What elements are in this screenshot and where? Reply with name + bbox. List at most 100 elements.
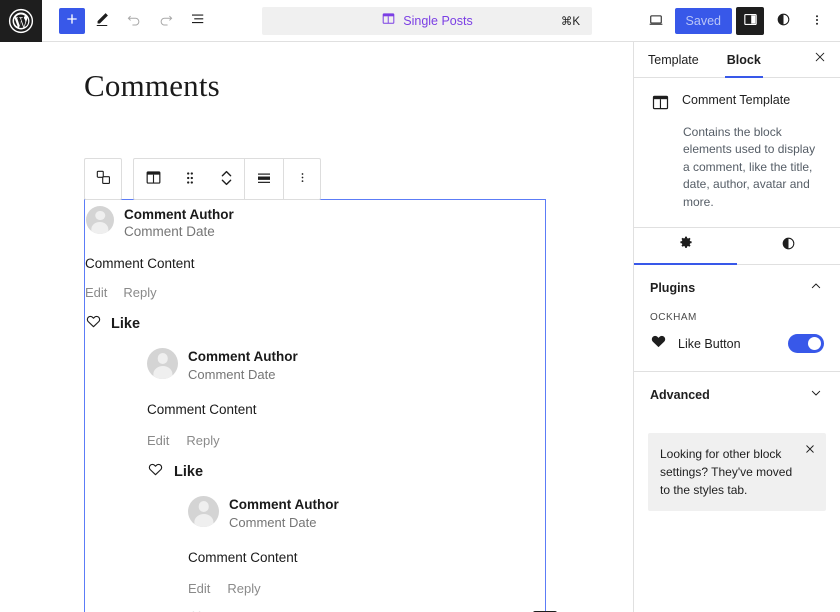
like-button-block[interactable]: Like: [147, 461, 537, 483]
list-view-icon: [189, 10, 207, 31]
close-sidebar-button[interactable]: [808, 48, 832, 72]
undo-arrow-icon: [125, 10, 143, 31]
close-x-icon: [813, 50, 827, 69]
styles-moved-notice: Looking for other block settings? They'v…: [648, 433, 826, 511]
dismiss-notice-button[interactable]: [802, 443, 818, 459]
like-label: Like: [111, 316, 140, 332]
heart-filled-icon: [650, 333, 667, 355]
undo-button[interactable]: [119, 6, 149, 36]
block-options-button[interactable]: [284, 159, 320, 199]
close-x-icon: [804, 442, 816, 460]
document-bar[interactable]: Single Posts ⌘K: [262, 7, 592, 35]
document-bar-shortcut: ⌘K: [561, 14, 580, 28]
settings-tab[interactable]: [634, 228, 737, 264]
chevron-up-down-icon: [219, 167, 234, 192]
top-bar-right-tools: Saved: [641, 0, 832, 42]
tab-block[interactable]: Block: [713, 42, 775, 77]
advanced-section-title: Advanced: [650, 388, 710, 402]
heart-outline-icon: [147, 461, 164, 483]
template-layout-icon: [381, 11, 396, 31]
redo-button[interactable]: [151, 6, 181, 36]
comment-template-icon: [650, 92, 671, 118]
sidebar-panel-icon: [742, 11, 759, 31]
block-type-button[interactable]: [134, 159, 172, 199]
comment-author: Comment Author: [229, 496, 339, 514]
document-title: Single Posts: [403, 14, 472, 28]
align-button[interactable]: [245, 159, 283, 199]
plugin-item-like-button[interactable]: Like Button: [634, 333, 840, 371]
comment-reply-link[interactable]: Reply: [123, 285, 156, 300]
wordpress-logo-icon: [8, 8, 34, 34]
comment-date: Comment Date: [188, 366, 298, 384]
gear-icon: [678, 235, 694, 256]
advanced-section-header[interactable]: Advanced: [634, 372, 840, 419]
vertical-dots-icon: [295, 170, 310, 188]
move-block-button[interactable]: [208, 159, 244, 199]
select-parent-block-button[interactable]: [85, 159, 121, 199]
plugins-section-header[interactable]: Plugins: [634, 265, 840, 312]
plugin-vendor-name: OCKHAM: [634, 312, 840, 333]
comment-actions: Edit Reply: [85, 285, 545, 300]
avatar-placeholder-icon: [188, 496, 219, 527]
page-title: Comments: [84, 68, 633, 104]
editor-top-bar: Single Posts ⌘K Saved: [0, 0, 840, 42]
comment-edit-link[interactable]: Edit: [85, 285, 107, 300]
comment-author: Comment Author: [124, 206, 234, 223]
drag-handle-button[interactable]: [172, 159, 208, 199]
align-icon: [255, 169, 273, 190]
block-info-card: Comment Template Contains the block elem…: [634, 78, 840, 228]
settings-sidebar: Template Block Comment Template Contains…: [633, 42, 840, 612]
heart-outline-icon: [85, 313, 102, 335]
desktop-icon: [647, 11, 665, 32]
top-bar-left-tools: [42, 6, 213, 36]
comment-template-block[interactable]: Comment Author Comment Date Comment Cont…: [84, 199, 546, 612]
settings-sidebar-button[interactable]: [736, 7, 764, 35]
add-block-button[interactable]: [59, 8, 85, 34]
vertical-dots-icon: [809, 12, 825, 31]
comment-reply-link[interactable]: Reply: [227, 581, 260, 596]
like-button-block[interactable]: Like: [85, 313, 545, 335]
tools-button[interactable]: [87, 6, 117, 36]
notice-text: Looking for other block settings? They'v…: [660, 445, 814, 499]
chevron-up-icon: [808, 278, 824, 299]
comment-item[interactable]: Comment Author Comment Date Comment Cont…: [85, 206, 545, 335]
sidebar-icon-tabs: [634, 228, 840, 265]
list-view-button[interactable]: [183, 6, 213, 36]
styles-tab[interactable]: [737, 228, 840, 264]
redo-arrow-icon: [157, 10, 175, 31]
plugin-item-label: Like Button: [678, 337, 741, 351]
view-button[interactable]: [641, 6, 671, 36]
comment-author: Comment Author: [188, 348, 298, 366]
plugins-section-title: Plugins: [650, 281, 695, 295]
tab-template[interactable]: Template: [634, 42, 713, 77]
save-button[interactable]: Saved: [675, 8, 732, 34]
comment-item[interactable]: Comment Author Comment Date Comment Cont…: [188, 496, 538, 612]
comment-reply-link[interactable]: Reply: [186, 433, 219, 448]
block-description: Contains the block elements used to disp…: [683, 124, 824, 211]
pencil-icon: [93, 10, 111, 31]
drag-dots-icon: [183, 169, 197, 190]
comment-date: Comment Date: [229, 514, 339, 532]
styles-button[interactable]: [768, 6, 798, 36]
comment-item[interactable]: Comment Author Comment Date Comment Cont…: [147, 348, 537, 483]
avatar-placeholder-icon: [86, 206, 114, 234]
comment-edit-link[interactable]: Edit: [188, 581, 210, 596]
editor-canvas: Comments e”: [0, 42, 633, 612]
sidebar-tabs: Template Block: [634, 42, 840, 78]
comment-content: Comment Content: [188, 550, 538, 565]
comment-actions: Edit Reply: [147, 433, 537, 448]
parent-block-icon: [94, 168, 113, 190]
more-options-button[interactable]: [802, 6, 832, 36]
comment-content: Comment Content: [85, 256, 545, 271]
chevron-down-icon: [808, 385, 824, 406]
half-circle-contrast-icon: [775, 11, 792, 31]
comment-date: Comment Date: [124, 223, 234, 241]
comment-actions: Edit Reply: [188, 581, 538, 596]
comment-content: Comment Content: [147, 402, 537, 417]
comment-template-icon: [144, 168, 163, 190]
avatar-placeholder-icon: [147, 348, 178, 379]
comment-edit-link[interactable]: Edit: [147, 433, 169, 448]
wordpress-logo-button[interactable]: [0, 0, 42, 42]
like-button-toggle[interactable]: [788, 334, 824, 353]
block-toolbar: [84, 158, 321, 200]
